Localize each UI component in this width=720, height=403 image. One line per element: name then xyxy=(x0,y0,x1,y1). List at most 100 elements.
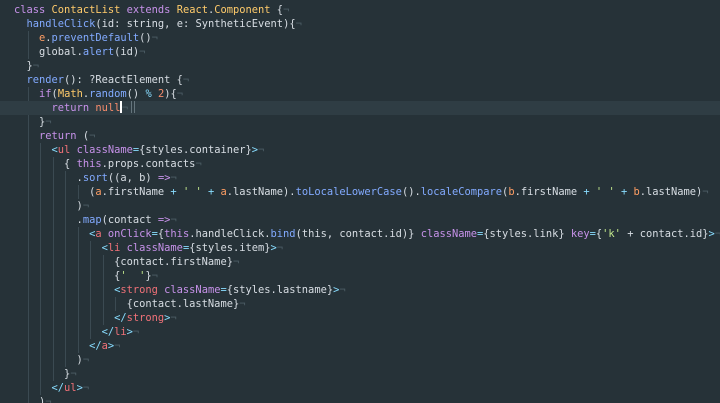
code-line[interactable]: render(): ?ReactElement {¬ xyxy=(0,73,720,87)
code-token: , xyxy=(164,18,177,30)
code-token: a xyxy=(95,228,108,240)
code-line[interactable]: <a onClick={this.handleClick.bind(this, … xyxy=(0,227,720,241)
eol-marker: ¬ xyxy=(45,116,52,128)
code-token: ) xyxy=(145,172,158,184)
code-line[interactable]: (a.firstName + ' ' + a.lastName).toLocal… xyxy=(0,185,720,199)
eol-marker: ¬ xyxy=(239,298,246,310)
code-line[interactable]: </strong>¬ xyxy=(0,311,720,325)
code-token: string xyxy=(126,18,165,30)
eol-marker: ¬ xyxy=(195,158,202,170)
code-token: 2 xyxy=(151,88,165,100)
code-token: : xyxy=(114,18,127,30)
code-line[interactable]: <ul className={styles.container}>¬ xyxy=(0,143,720,157)
code-line[interactable]: <li className={styles.item}>¬ xyxy=(0,241,720,255)
code-token: ){ xyxy=(164,88,177,100)
code-line[interactable]: e.preventDefault()¬ xyxy=(0,31,720,45)
eol-marker: ¬ xyxy=(70,368,77,380)
code-token: , xyxy=(126,172,140,184)
code-token: { xyxy=(270,4,284,16)
code-token: { xyxy=(14,270,121,282)
code-token: ( xyxy=(14,186,96,198)
code-token: .lastName) xyxy=(639,186,703,198)
eol-marker: ¬ xyxy=(121,102,129,114)
code-token: preventDefault xyxy=(51,32,140,44)
code-token: . xyxy=(14,172,83,184)
code-token: () xyxy=(139,32,152,44)
code-line[interactable]: }¬ xyxy=(0,59,720,73)
code-token: () xyxy=(126,88,146,100)
code-line[interactable]: }¬ xyxy=(0,367,720,381)
eol-marker: ¬ xyxy=(45,396,52,403)
code-line[interactable]: )¬ xyxy=(0,199,720,213)
code-token: strong xyxy=(126,312,165,324)
code-token: (this, contact.id)} xyxy=(295,228,421,240)
code-line[interactable]: </a>¬ xyxy=(0,339,720,353)
code-editor[interactable]: class ContactList extends React. Componen… xyxy=(0,0,720,403)
mouse-ibeam-icon xyxy=(131,101,135,113)
code-line[interactable]: if(Math.random() % 2){¬ xyxy=(0,87,720,101)
code-token: null xyxy=(95,102,121,114)
code-token: (( xyxy=(107,172,121,184)
code-line[interactable]: .sort((a, b) =>¬ xyxy=(0,171,720,185)
code-token: map xyxy=(82,214,102,226)
code-token: global xyxy=(14,46,77,58)
code-token: li xyxy=(114,326,127,338)
code-token: 'k' xyxy=(602,228,621,240)
code-line[interactable]: <strong className={styles.lastname}>¬ xyxy=(0,283,720,297)
code-line[interactable]: return (¬ xyxy=(0,129,720,143)
code-line[interactable]: {contact.lastName}¬ xyxy=(0,297,720,311)
code-token: strong xyxy=(120,284,165,296)
code-line[interactable]: { this.props.contacts¬ xyxy=(0,157,720,171)
code-token: .props.contacts xyxy=(101,158,196,170)
code-token: . xyxy=(14,214,83,226)
code-line[interactable]: )¬ xyxy=(0,353,720,367)
code-token: </ xyxy=(14,340,102,352)
eol-marker: ¬ xyxy=(170,214,177,226)
code-token: } xyxy=(14,116,46,128)
code-line[interactable]: return null ¬ xyxy=(0,101,720,115)
code-token: {styles.container} xyxy=(139,144,252,156)
eol-marker: ¬ xyxy=(82,354,90,366)
eol-marker: ¬ xyxy=(258,144,265,156)
code-token: className xyxy=(420,228,477,240)
code-token: ' ' xyxy=(176,186,208,198)
code-token: SyntheticEvent xyxy=(195,18,284,30)
eol-marker: ¬ xyxy=(170,172,177,184)
eol-marker: ¬ xyxy=(82,200,90,212)
code-token: contact xyxy=(107,214,152,226)
eol-marker: ¬ xyxy=(714,228,720,240)
eol-marker: ¬ xyxy=(276,242,284,254)
code-token: extends xyxy=(120,4,177,16)
code-token: .lastName). xyxy=(226,186,296,198)
code-line[interactable]: handleClick(id: string, e: SyntheticEven… xyxy=(0,17,720,31)
code-token: a xyxy=(214,186,227,198)
code-token: className xyxy=(164,284,221,296)
code-line[interactable]: </ul>¬ xyxy=(0,381,720,395)
code-token: ) xyxy=(14,200,83,212)
eol-marker: ¬ xyxy=(32,60,40,72)
code-token: ) xyxy=(14,354,83,366)
code-token: ' ' xyxy=(589,186,621,198)
code-token: ul xyxy=(57,144,77,156)
code-token: (). xyxy=(401,186,421,198)
code-token: {contact.lastName} xyxy=(14,298,240,310)
code-line[interactable]: class ContactList extends React.Componen… xyxy=(0,3,720,17)
code-line[interactable]: )¬ xyxy=(0,395,720,403)
code-line[interactable]: </li>¬ xyxy=(0,325,720,339)
code-line[interactable]: {' '}¬ xyxy=(0,269,720,283)
code-token: .firstName xyxy=(101,186,171,198)
code-token: (): xyxy=(64,74,90,86)
code-token: render xyxy=(14,74,65,86)
code-line[interactable]: .map(contact =>¬ xyxy=(0,213,720,227)
code-token: return xyxy=(14,102,96,114)
code-token: li xyxy=(107,242,127,254)
code-line[interactable]: }¬ xyxy=(0,115,720,129)
code-token: toLocaleLowerCase xyxy=(295,186,402,198)
code-token: {contact.firstName} xyxy=(14,256,233,268)
code-line[interactable]: {contact.firstName}¬ xyxy=(0,255,720,269)
code-token: </ xyxy=(14,326,115,338)
code-line[interactable]: global.alert(id)¬ xyxy=(0,45,720,59)
eol-marker: ¬ xyxy=(114,340,121,352)
eol-marker: ¬ xyxy=(132,326,140,338)
code-token: ?ReactElement xyxy=(89,74,171,86)
